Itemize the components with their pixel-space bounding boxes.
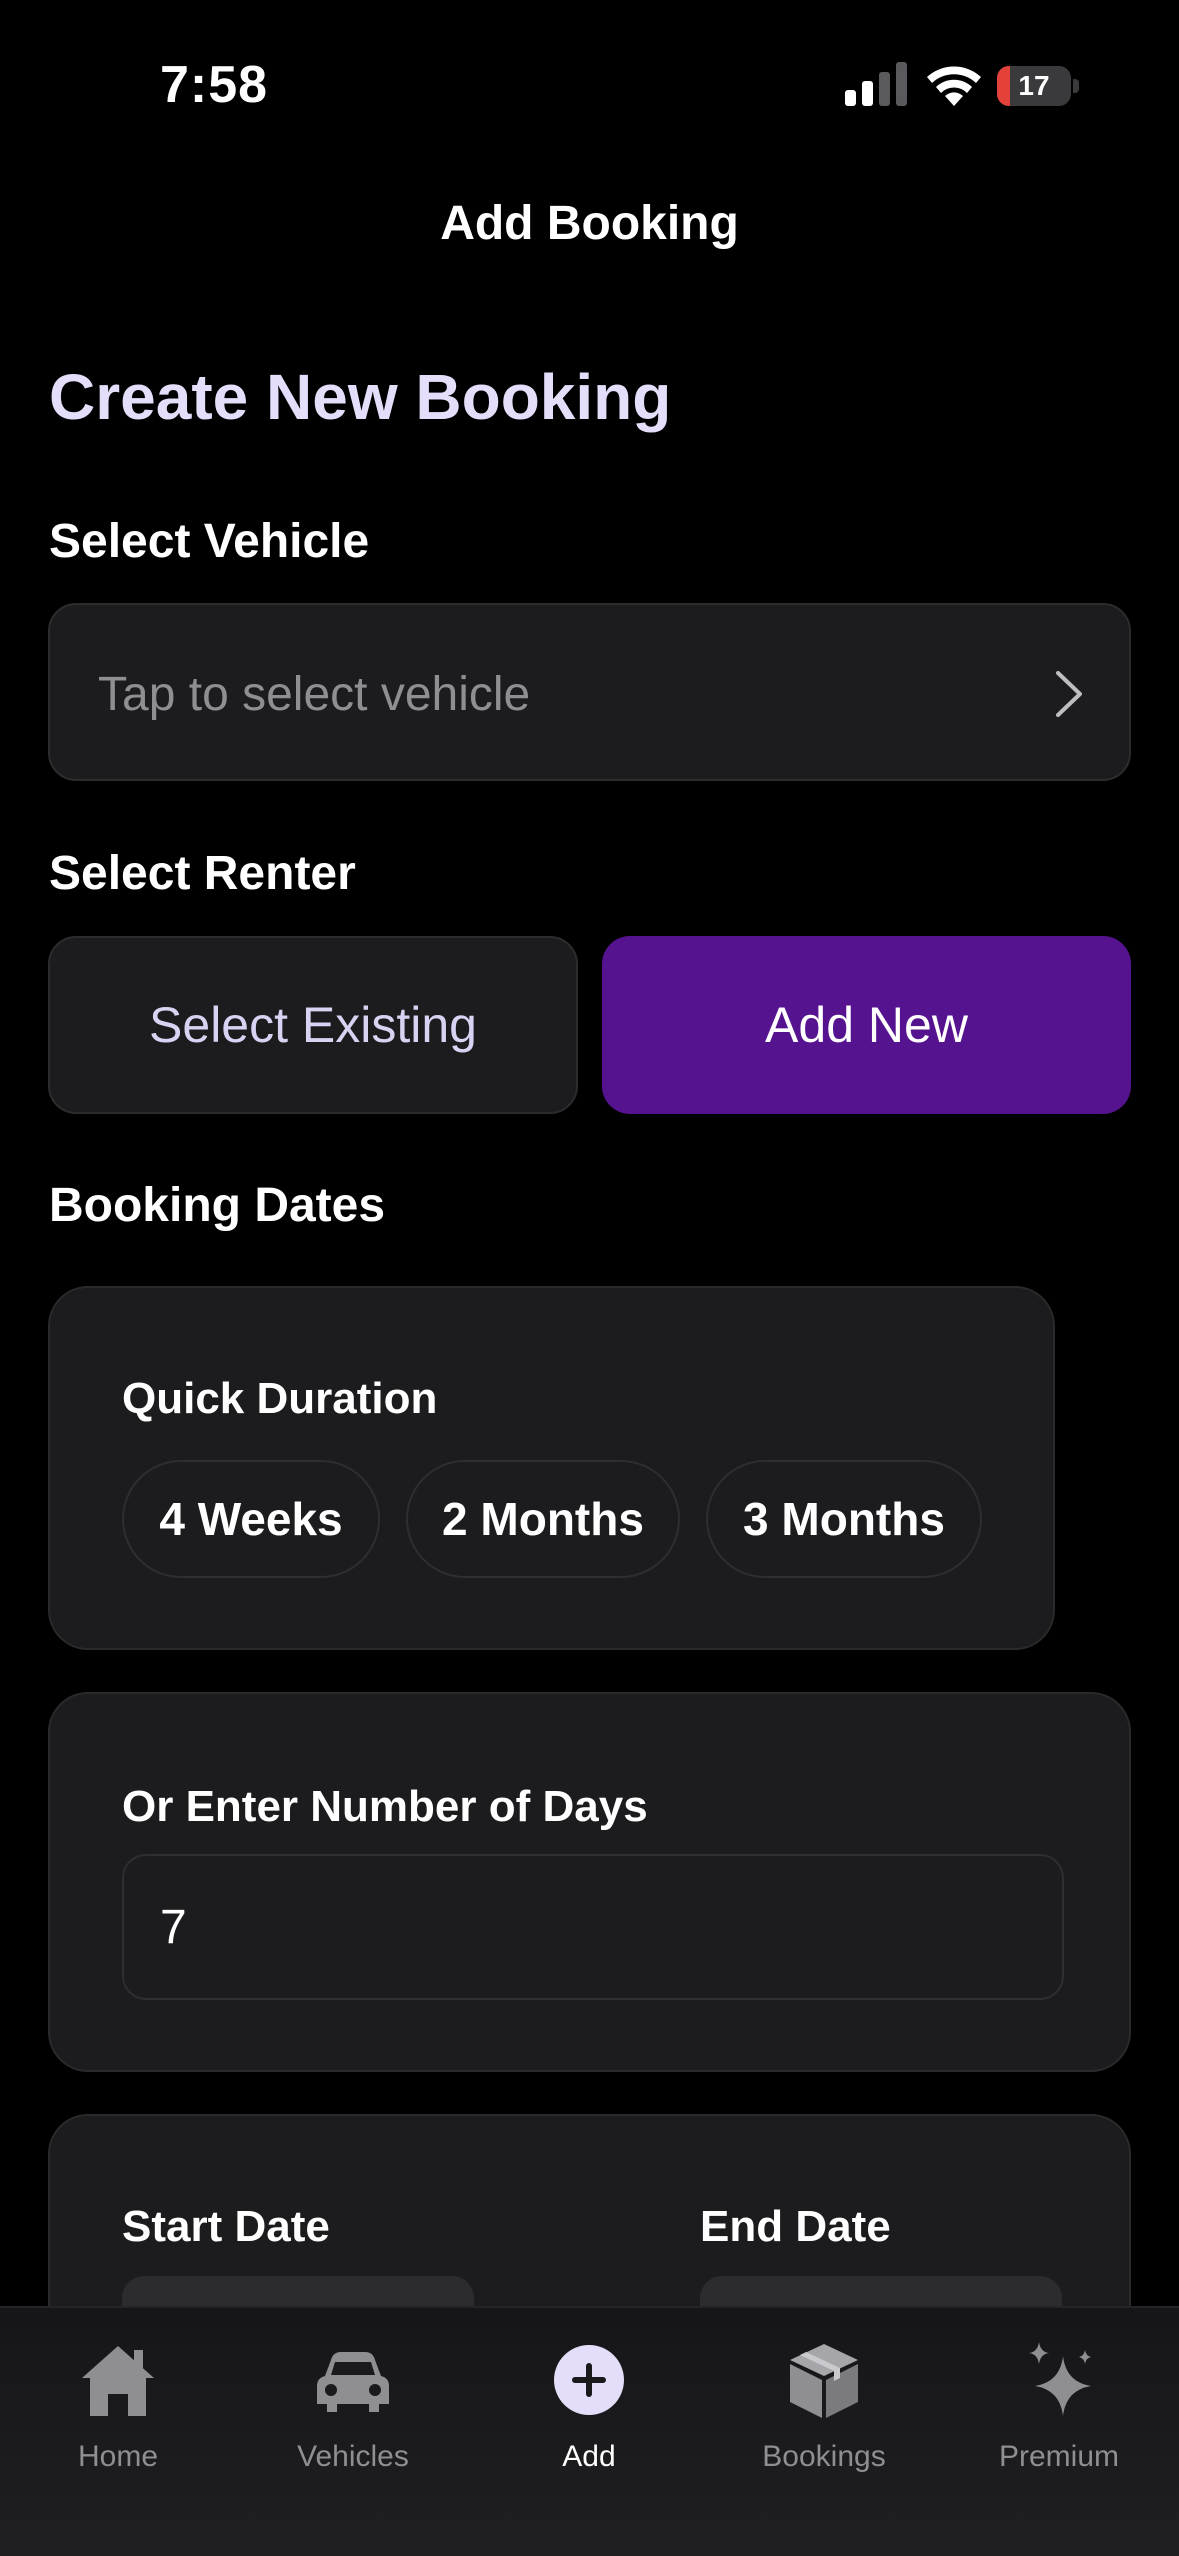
add-booking-screen: 7:58 17 Add Booking Create New Booking S… [0,0,1179,2556]
vehicle-select-button[interactable]: Tap to select vehicle [48,603,1131,781]
house-icon [82,2346,154,2416]
number-of-days-card: Or Enter Number of Days 7 [48,1692,1131,2072]
sparkles-icon [1029,2342,1091,2416]
select-renter-label: Select Renter [49,847,356,900]
number-of-days-label: Or Enter Number of Days [122,1782,648,1831]
duration-chip-4-weeks[interactable]: 4 Weeks [122,1460,380,1578]
duration-chip-3-months[interactable]: 3 Months [706,1460,982,1578]
box-icon [790,2344,858,2418]
vehicle-placeholder: Tap to select vehicle [98,668,531,721]
car-icon [317,2352,389,2412]
tab-vehicles-label: Vehicles [297,2440,409,2473]
battery-icon: 17 [997,66,1079,106]
start-date-label: Start Date [122,2202,330,2251]
tab-home[interactable]: Home [18,2328,218,2478]
duration-chip-2-months[interactable]: 2 Months [406,1460,680,1578]
battery-level: 17 [1018,70,1050,101]
number-of-days-input[interactable]: 7 [122,1854,1064,2000]
plus-circle-icon [554,2345,624,2415]
cellular-signal-icon [845,62,907,106]
tab-add-label: Add [562,2440,616,2473]
tab-bar: Home Vehicles Add Bookings Premium [0,2306,1179,2556]
nav-title: Add Booking [440,197,739,250]
select-vehicle-label: Select Vehicle [49,515,370,568]
booking-dates-label: Booking Dates [49,1179,386,1232]
wifi-icon [927,66,981,106]
tab-premium[interactable]: Premium [959,2328,1159,2478]
tab-home-label: Home [77,2440,159,2473]
chevron-right-icon [1056,671,1082,717]
page-title: Create New Booking [49,361,672,433]
add-new-renter-button[interactable]: Add New [602,936,1131,1114]
tab-premium-label: Premium [998,2440,1119,2473]
status-bar: 7:58 17 [0,0,1179,170]
tab-add[interactable]: Add [489,2328,689,2478]
tab-vehicles[interactable]: Vehicles [253,2328,453,2478]
tab-bookings-label: Bookings [762,2440,886,2473]
select-existing-renter-button[interactable]: Select Existing [48,936,578,1114]
status-time: 7:58 [160,56,269,114]
quick-duration-label: Quick Duration [122,1374,438,1423]
tab-bookings[interactable]: Bookings [724,2328,924,2478]
quick-duration-card: Quick Duration 4 Weeks 2 Months 3 Months [48,1286,1055,1650]
end-date-label: End Date [700,2202,891,2251]
